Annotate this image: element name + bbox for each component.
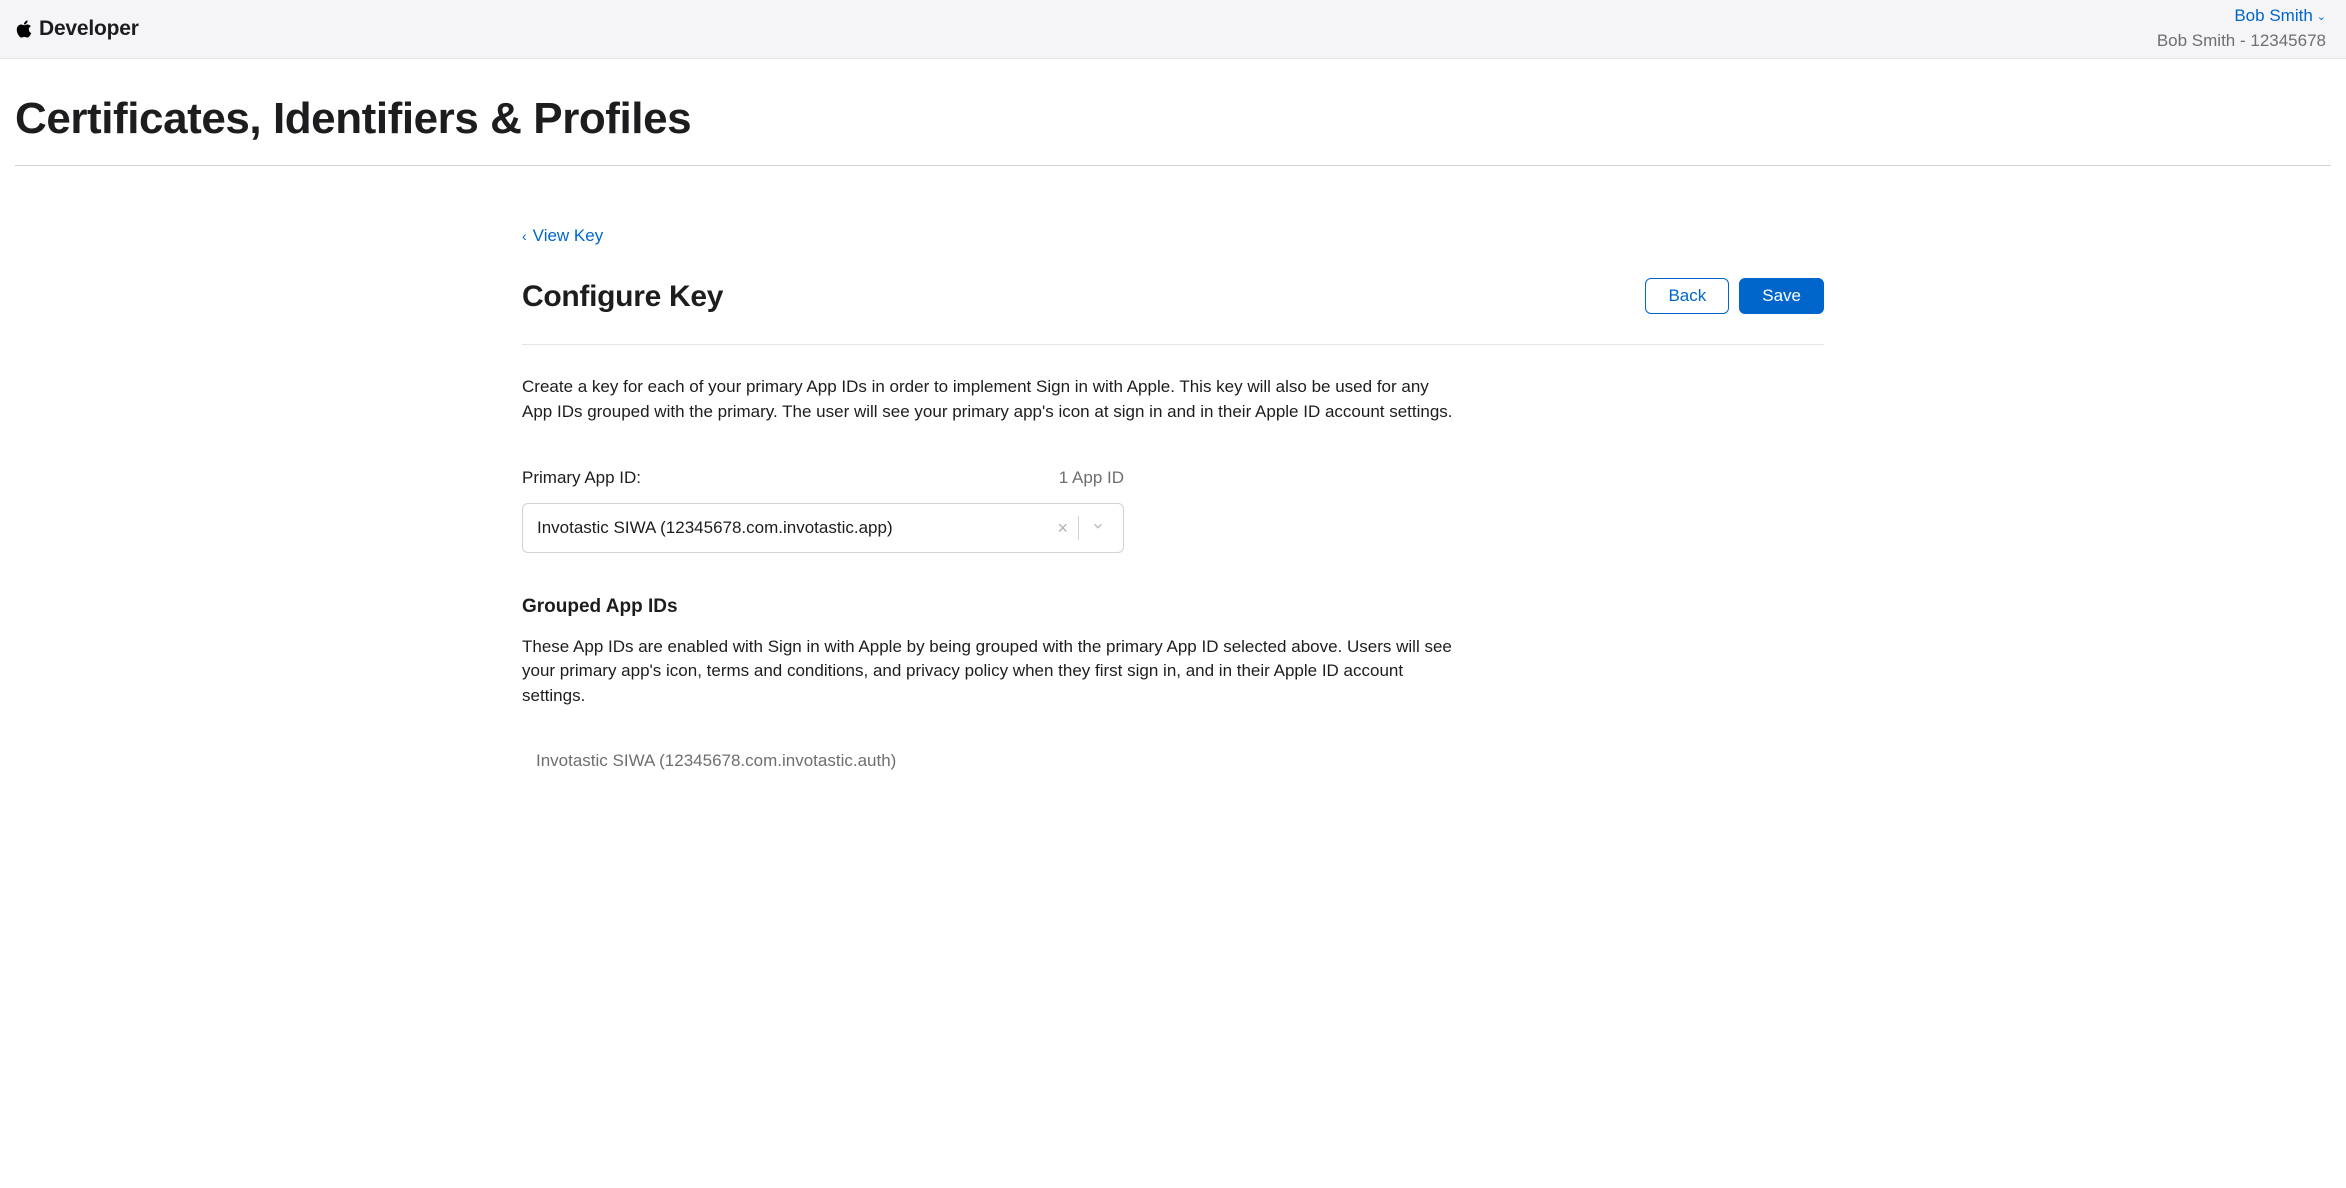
- section-header: Configure Key Back Save: [522, 275, 1824, 346]
- save-button[interactable]: Save: [1739, 278, 1824, 314]
- brand-text: Developer: [39, 14, 139, 44]
- apple-logo-icon: [15, 18, 33, 40]
- team-line: Bob Smith - 12345678: [2157, 30, 2326, 53]
- account-block: Bob Smith ⌄ Bob Smith - 12345678: [2157, 5, 2326, 53]
- page-title: Certificates, Identifiers & Profiles: [15, 59, 2331, 166]
- description-text: Create a key for each of your primary Ap…: [522, 375, 1462, 424]
- select-controls: ×: [1047, 515, 1109, 541]
- back-link-label: View Key: [533, 224, 604, 249]
- grouped-heading: Grouped App IDs: [522, 593, 1824, 621]
- primary-app-id-count: 1 App ID: [1059, 466, 1124, 491]
- account-name: Bob Smith: [2234, 5, 2312, 28]
- primary-app-id-row: Primary App ID: 1 App ID: [522, 466, 1124, 491]
- primary-app-id-label: Primary App ID:: [522, 466, 641, 491]
- chevron-down-icon[interactable]: [1079, 516, 1109, 541]
- chevron-left-icon: ‹: [522, 226, 527, 246]
- grouped-description: These App IDs are enabled with Sign in w…: [522, 635, 1462, 709]
- account-menu[interactable]: Bob Smith ⌄: [2234, 5, 2326, 28]
- grouped-app-id-item: Invotastic SIWA (12345678.com.invotastic…: [522, 749, 1824, 774]
- section-title: Configure Key: [522, 275, 723, 319]
- back-button[interactable]: Back: [1645, 278, 1729, 314]
- clear-icon[interactable]: ×: [1047, 515, 1078, 541]
- chevron-down-icon: ⌄: [2317, 10, 2326, 25]
- select-value: Invotastic SIWA (12345678.com.invotastic…: [537, 516, 1047, 541]
- back-link[interactable]: ‹ View Key: [522, 224, 603, 249]
- top-bar: Developer Bob Smith ⌄ Bob Smith - 123456…: [0, 0, 2346, 59]
- primary-app-id-select[interactable]: Invotastic SIWA (12345678.com.invotastic…: [522, 503, 1124, 553]
- action-buttons: Back Save: [1645, 278, 1824, 314]
- brand[interactable]: Developer: [15, 14, 139, 44]
